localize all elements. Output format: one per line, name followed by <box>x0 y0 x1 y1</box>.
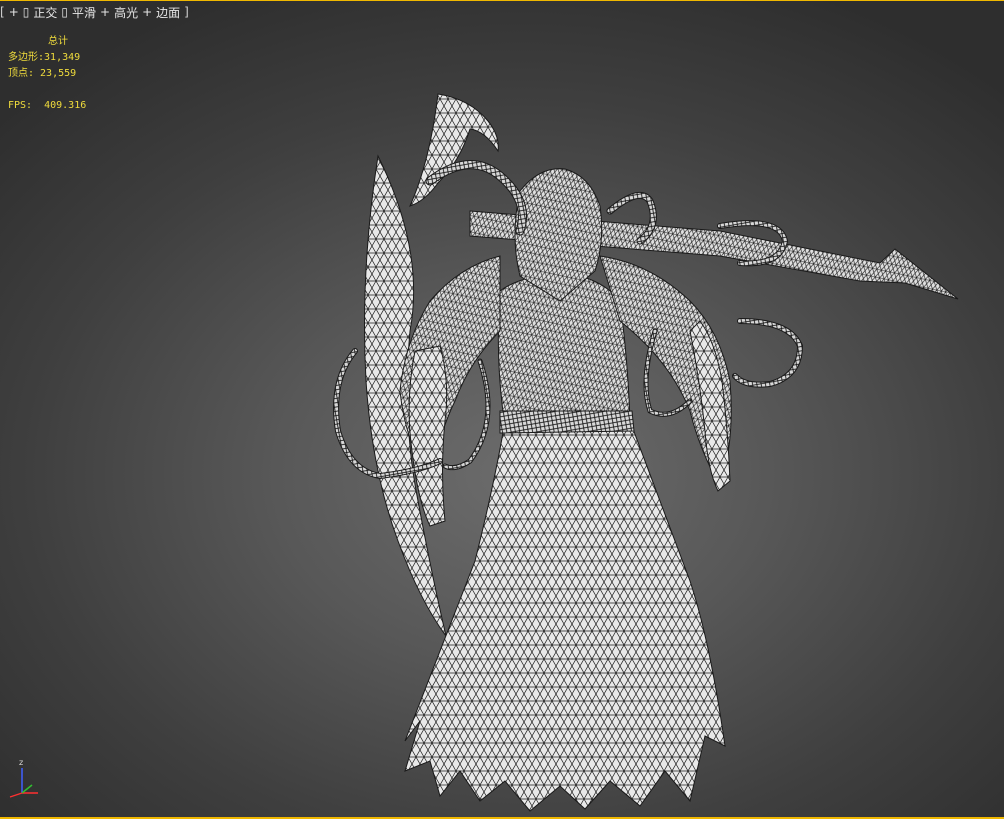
robe <box>404 420 726 812</box>
viewport-label-item[interactable]: 正交 <box>33 4 57 21</box>
vertices-label: 顶点: <box>8 68 35 79</box>
axis-gizmo: z <box>9 759 38 798</box>
viewport-label-item[interactable]: 高光 <box>114 4 138 21</box>
fps-label: FPS: <box>8 100 33 111</box>
gizmo-y-axis <box>21 784 33 794</box>
hook-blade <box>409 93 499 207</box>
polygons-value: 31,349 <box>44 52 81 63</box>
viewport-perspective[interactable]: [+ ▯ 正交 ▯ 平滑 + 高光 + 边面] 总计 多边形: 31,349 顶点: 23,55… <box>0 0 1004 819</box>
vertices-value: 23,559 <box>40 68 77 79</box>
viewport-label-bracket: [ <box>0 5 5 19</box>
viewport-label-item[interactable]: + <box>100 5 110 19</box>
viewport-label-item[interactable]: ▯ <box>61 5 68 19</box>
fps-value: 409.316 <box>44 100 87 111</box>
viewport-label-item[interactable]: + <box>142 5 152 19</box>
wireframe-model[interactable] <box>0 1 1004 819</box>
polygons-label: 多边形: <box>8 52 45 63</box>
viewport-label-bracket: ] <box>184 5 189 19</box>
viewport-label-item[interactable]: 平滑 <box>72 4 96 21</box>
stats-polygons-row: 多边形: 31,349 <box>8 50 86 66</box>
gizmo-z-label: z <box>19 759 23 767</box>
viewport-label-item[interactable]: ▯ <box>23 5 30 19</box>
stats-vertices-row: 顶点: 23,559 <box>8 66 86 82</box>
viewport-label-item[interactable]: 边面 <box>156 4 180 21</box>
viewport-label-menu[interactable]: [+ ▯ 正交 ▯ 平滑 + 高光 + 边面] <box>0 3 189 21</box>
gizmo-neg-axis <box>9 792 23 798</box>
stats-fps-row: FPS: 409.316 <box>8 98 86 114</box>
belt <box>499 410 635 434</box>
stats-title: 总计 <box>48 36 68 47</box>
viewport-label-item[interactable]: + <box>9 5 19 19</box>
statistics-overlay: 总计 多边形: 31,349 顶点: 23,559 FPS: 409.316 <box>8 34 86 114</box>
